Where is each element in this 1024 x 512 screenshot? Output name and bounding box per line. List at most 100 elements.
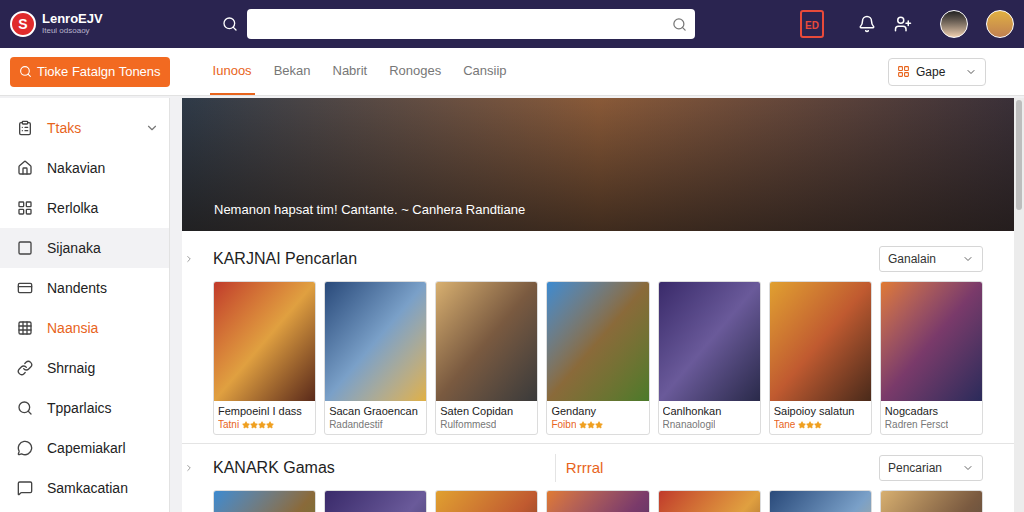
rating [798,421,822,429]
badge-button[interactable]: ED [800,10,824,38]
search-field[interactable] [247,9,695,39]
app: SLenroEJVIteui odsoaoy ED Tioke Fatalgn To… [0,0,1024,512]
search-icon [672,17,687,32]
sidebar-item[interactable]: Naansia [0,308,169,348]
game-cover [881,491,982,512]
avatar[interactable] [986,10,1014,38]
game-cover [770,491,871,512]
sidebar: TtaksNakavianRerlolkaSijanakaNandentsNaa… [0,98,170,512]
sidebar-item[interactable]: Nakavian [0,148,169,188]
view-dropdown[interactable]: Gape [888,58,986,86]
game-card[interactable]: NogcadarsRadren Fersct [880,281,983,435]
nav-icon [17,160,33,176]
game-cover [214,491,315,512]
game-title: Sacan Graoencan [329,404,422,418]
game-title: Saten Copidan [440,404,533,418]
game-card[interactable]: GendanyFoibn [546,281,649,435]
tab-bar: Iunoos Bekan Nabrit Ronoges Cansiip [210,48,510,95]
game-card[interactable]: CanlhonkanRnanaologil [658,281,761,435]
game-card[interactable]: Fempoeinl I dassTatni [213,281,316,435]
star-icon [579,421,587,429]
rating [242,421,274,429]
chevron-down-icon [965,66,977,78]
game-title: Saipoioy salatun [774,404,867,418]
section-title: KARJNAI Pencarlan [213,247,357,271]
game-card[interactable] [769,490,872,512]
section-title: KANARK Gamas [213,456,335,480]
avatar[interactable] [940,10,968,38]
star-icon [266,421,274,429]
game-cover [770,282,871,401]
main: Nemanon hapsat tim! Cantante. ~ Canhera … [170,98,1014,512]
game-card[interactable]: Sacan GraoencanRadandestif [324,281,427,435]
user-plus-icon[interactable] [894,15,912,33]
game-subtitle: Tatni [218,418,239,431]
sidebar-item[interactable]: Samkacatian [0,468,169,508]
star-icon [250,421,258,429]
nav-icon [17,440,33,456]
sidebar-group[interactable]: Ttaks [0,108,169,148]
tab[interactable]: Bekan [271,48,314,95]
action-button[interactable]: Tioke Fatalgn Tonens [10,57,170,87]
game-card[interactable] [880,490,983,512]
banner[interactable]: Nemanon hapsat tim! Cantante. ~ Canhera … [182,98,1014,231]
game-subtitle: Radandestif [329,418,382,431]
arrow-icon [184,254,194,264]
game-card[interactable] [435,490,538,512]
game-card[interactable]: Saten CopidanRulfommesd [435,281,538,435]
game-cover [659,491,760,512]
tab[interactable]: Nabrit [330,48,371,95]
game-subtitle: Radren Fersct [885,418,948,431]
chevron-down-icon [962,253,974,265]
nav-icon [17,280,33,296]
rating [579,421,603,429]
search-icon[interactable] [222,16,238,32]
sidebar-item[interactable]: Tpparlaics [0,388,169,428]
logo[interactable]: SLenroEJVIteui odsoaoy [10,11,222,37]
sidebar-item[interactable]: Shrnaig [0,348,169,388]
game-subtitle: Rulfommesd [440,418,496,431]
sidebar-item[interactable]: Rerlolka [0,188,169,228]
game-section: KARJNAI Pencarlan Ganalain Fempoeinl I das… [182,231,1014,443]
game-title: Canlhonkan [663,404,756,418]
game-cover [214,282,315,401]
section-dropdown[interactable]: Ganalain [879,246,983,272]
clipboard-icon [17,120,33,136]
section-dropdown[interactable]: Pencarian [879,455,983,481]
star-icon [806,421,814,429]
arrow-icon [184,463,194,473]
sidebar-item[interactable]: Sijanaka [0,228,169,268]
game-cover [881,282,982,401]
tab[interactable]: Cansiip [460,48,509,95]
nav-icon [17,320,33,336]
game-cover [325,282,426,401]
toolbar: Tioke Fatalgn Tonens Iunoos Bekan Nabrit Ron… [0,48,1024,96]
star-icon [814,421,822,429]
game-cover [659,282,760,401]
bell-icon[interactable] [858,15,876,33]
sidebar-item[interactable]: Nandents [0,268,169,308]
star-icon [595,421,603,429]
game-card[interactable] [213,490,316,512]
banner-caption: Nemanon hapsat tim! Cantante. ~ Canhera … [214,200,525,220]
section-aside-title: Rrrral [566,457,604,480]
tab[interactable]: Iunoos [210,48,255,95]
game-subtitle: Tane [774,418,796,431]
game-cover [436,282,537,401]
scrollbar-thumb[interactable] [1016,100,1022,210]
game-cover [547,491,648,512]
game-card[interactable] [324,490,427,512]
sidebar-item[interactable]: Capemiakarl [0,428,169,468]
logo-tagline: Iteui odsoaoy [42,26,103,36]
game-card[interactable] [658,490,761,512]
game-cover [547,282,648,401]
game-title: Fempoeinl I dass [218,404,311,418]
star-icon [258,421,266,429]
tab[interactable]: Ronoges [386,48,444,95]
game-cover [436,491,537,512]
grid-icon [897,65,910,78]
game-card[interactable]: Saipoioy salatunTane [769,281,872,435]
scrollbar[interactable] [1014,98,1024,512]
top-bar: SLenroEJVIteui odsoaoy ED [0,0,1024,48]
game-card[interactable] [546,490,649,512]
